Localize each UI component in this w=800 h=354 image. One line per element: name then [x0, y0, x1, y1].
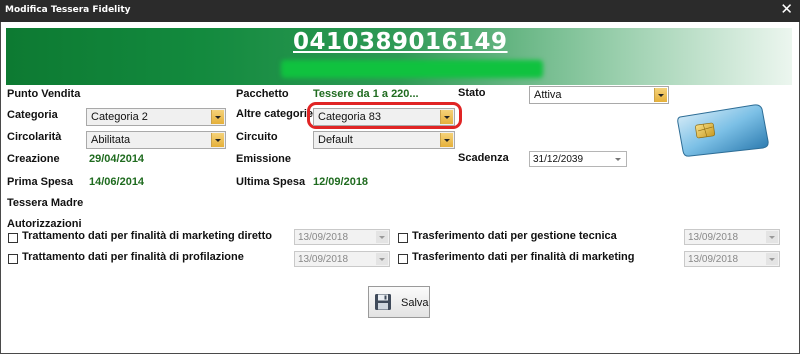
label-stato: Stato: [458, 87, 486, 99]
chevron-down-icon[interactable]: [211, 110, 224, 124]
floppy-disk-icon: [375, 294, 391, 310]
value-prima-spesa: 14/06/2014: [89, 176, 145, 188]
circolarita-select-value: Abilitata: [91, 134, 131, 146]
redacted-holder-name: [281, 60, 543, 78]
stato-select-value: Attiva: [534, 89, 562, 101]
label-altre-categorie: Altre categorie: [236, 108, 314, 120]
label-pacchetto: Pacchetto: [236, 88, 289, 100]
scadenza-date-value: 31/12/2039: [533, 154, 584, 165]
checkbox-profilazione[interactable]: [8, 254, 18, 264]
circuito-select[interactable]: Default: [313, 131, 455, 149]
fidelity-card-icon: [677, 104, 769, 157]
altre-categorie-select[interactable]: Categoria 83: [313, 108, 455, 126]
chevron-down-icon: [766, 253, 778, 265]
chevron-down-icon: [376, 231, 388, 243]
card-number: 0410389016149: [293, 29, 508, 55]
date-trasferimento-marketing-value: 13/09/2018: [688, 254, 739, 265]
altre-categorie-select-value: Categoria 83: [318, 111, 381, 123]
label-circolarita: Circolarità: [7, 131, 62, 143]
card-banner: 0410389016149: [6, 28, 792, 85]
scadenza-date-picker[interactable]: 31/12/2039: [529, 151, 627, 167]
label-prima-spesa: Prima Spesa: [7, 176, 74, 188]
label-ultima-spesa: Ultima Spesa: [236, 176, 306, 188]
date-marketing-diretto-value: 13/09/2018: [298, 232, 349, 243]
chevron-down-icon: [766, 231, 778, 243]
date-profilazione: 13/09/2018: [294, 251, 390, 267]
circuito-select-value: Default: [318, 134, 353, 146]
close-icon[interactable]: ✕: [780, 1, 793, 19]
label-scadenza: Scadenza: [458, 152, 509, 164]
label-profilazione: Trattamento dati per finalità di profila…: [22, 251, 244, 263]
checkbox-gestione-tecnica[interactable]: [398, 233, 408, 243]
label-categoria: Categoria: [7, 109, 58, 121]
title-bar: Modifica Tessera Fidelity ✕: [0, 0, 800, 22]
label-punto-vendita: Punto Vendita: [7, 88, 81, 100]
value-pacchetto: Tessere da 1 a 220...: [313, 88, 419, 100]
checkbox-trasferimento-marketing[interactable]: [398, 254, 408, 264]
label-creazione: Creazione: [7, 153, 60, 165]
stato-select[interactable]: Attiva: [529, 86, 669, 104]
label-gestione-tecnica: Trasferimento dati per gestione tecnica: [412, 230, 617, 242]
save-button[interactable]: Salva: [368, 286, 430, 318]
label-emissione: Emissione: [236, 153, 292, 165]
categoria-select[interactable]: Categoria 2: [86, 108, 226, 126]
date-gestione-tecnica-value: 13/09/2018: [688, 232, 739, 243]
label-circuito: Circuito: [236, 131, 278, 143]
chevron-down-icon[interactable]: [440, 133, 453, 147]
date-profilazione-value: 13/09/2018: [298, 254, 349, 265]
label-marketing-diretto: Trattamento dati per finalità di marketi…: [22, 230, 272, 242]
save-button-label: Salva: [401, 297, 429, 309]
categoria-select-value: Categoria 2: [91, 111, 148, 123]
chevron-down-icon[interactable]: [440, 110, 453, 124]
date-marketing-diretto: 13/09/2018: [294, 229, 390, 245]
date-trasferimento-marketing: 13/09/2018: [684, 251, 780, 267]
autorizzazioni-title: Autorizzazioni: [7, 218, 82, 230]
chevron-down-icon: [376, 253, 388, 265]
date-gestione-tecnica: 13/09/2018: [684, 229, 780, 245]
checkbox-marketing-diretto[interactable]: [8, 233, 18, 243]
label-tessera-madre: Tessera Madre: [7, 197, 84, 209]
label-trasferimento-marketing: Trasferimento dati per finalità di marke…: [412, 251, 635, 263]
chevron-down-icon[interactable]: [654, 88, 667, 102]
value-ultima-spesa: 12/09/2018: [313, 176, 369, 188]
chevron-down-icon[interactable]: [615, 158, 621, 161]
value-creazione: 29/04/2014: [89, 153, 145, 165]
circolarita-select[interactable]: Abilitata: [86, 131, 226, 149]
chevron-down-icon[interactable]: [211, 133, 224, 147]
window-title: Modifica Tessera Fidelity: [5, 5, 131, 15]
